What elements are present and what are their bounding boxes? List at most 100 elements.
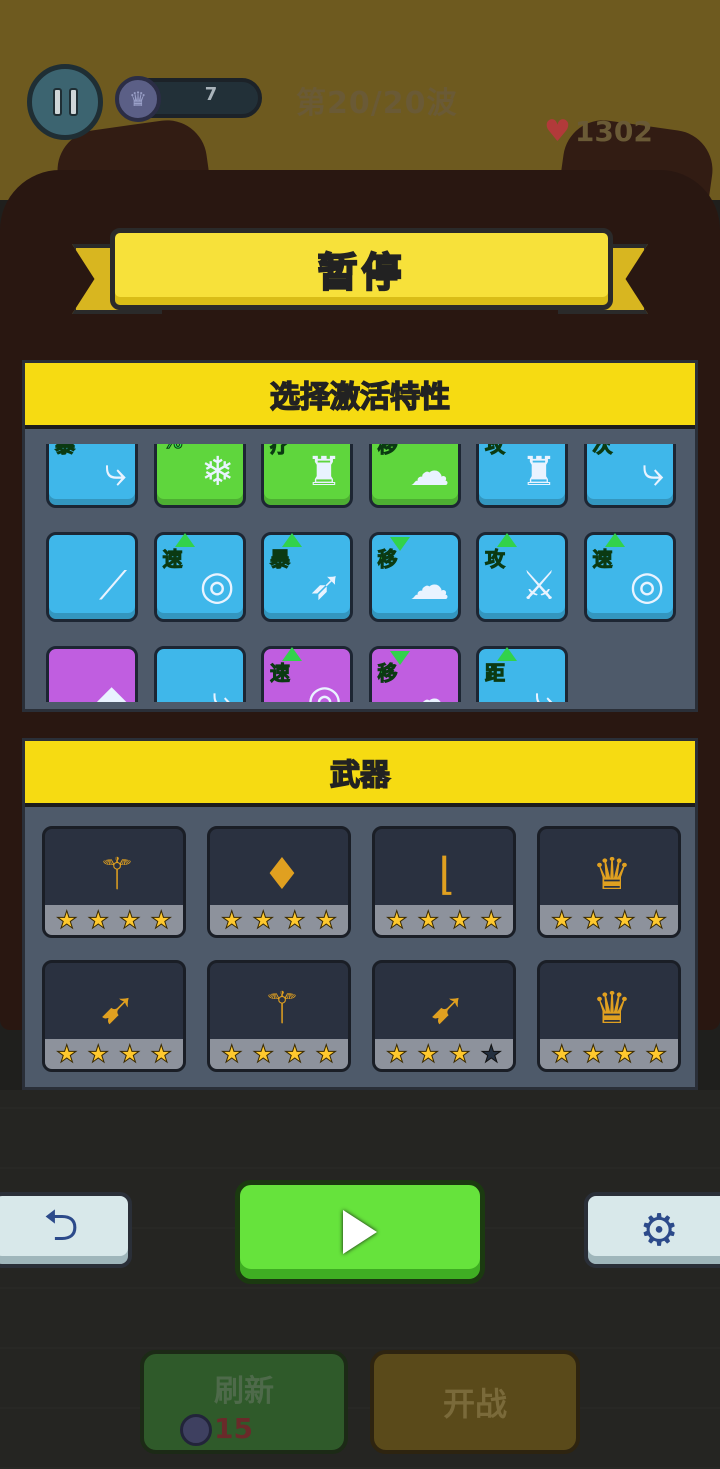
trait-card[interactable]: 移 ☁	[368, 532, 461, 622]
trait-card[interactable]: 速 ◎	[261, 646, 353, 702]
traits-panel-title: 选择激活特性	[269, 379, 451, 416]
star-icon: ★	[550, 906, 573, 934]
traits-grid[interactable]: 暴⤷%❄疗♜移☁攻♜次⤷⟋速◎暴➶移☁攻⚔速◎◆⤷速◎移☁距⤷	[46, 444, 678, 702]
crown-icon: ♛	[592, 848, 632, 900]
star-icon: ★	[283, 1040, 306, 1068]
settings-button[interactable]: ⚙	[584, 1192, 720, 1268]
star-icon: ★	[315, 906, 337, 934]
trait-tag: 次	[592, 444, 613, 458]
star-rating: ★ ★ ★ ★	[540, 1039, 678, 1069]
battle-button[interactable]: 开战	[370, 1350, 580, 1454]
weapon-slot[interactable]: ♦ ★ ★ ★ ★	[207, 826, 351, 938]
star-icon: ★	[252, 1040, 274, 1068]
weapon-slot[interactable]: ➹ ★ ★ ★ ★	[372, 960, 516, 1072]
heart-icon: ♥	[544, 114, 571, 149]
star-rating: ★ ★ ★ ★	[540, 905, 678, 935]
pause-button[interactable]	[27, 64, 103, 140]
trait-card[interactable]: ⟋	[46, 532, 138, 622]
cloak-icon: ♜	[306, 449, 342, 495]
coin-value: 7	[204, 84, 218, 105]
boomerang-icon: ⤷	[534, 677, 557, 702]
star-icon: ★	[385, 906, 408, 934]
trait-tag: 暴	[55, 444, 76, 458]
robe-icon: ♦	[262, 848, 302, 900]
weapon-slot[interactable]: ➹ ★ ★ ★ ★	[42, 960, 186, 1072]
trait-card[interactable]: %❄	[153, 444, 246, 508]
star-icon: ★	[417, 1040, 439, 1068]
star-rating: ★ ★ ★ ★	[45, 1039, 183, 1069]
refresh-label: 刷新	[214, 1374, 274, 1409]
trait-card[interactable]: ⤷	[153, 646, 246, 702]
trait-card[interactable]: 疗 ♜	[261, 444, 353, 508]
star-icon: ★	[283, 906, 306, 934]
weapon-slot[interactable]: ⚚ ★ ★ ★ ★	[42, 826, 186, 938]
trait-tag: 攻	[485, 547, 506, 572]
refresh-button[interactable]: 刷新 15	[140, 1350, 348, 1454]
star-icon: ★	[87, 1040, 109, 1068]
star-icon: ★	[417, 906, 439, 934]
trait-tag: 移	[377, 547, 398, 572]
trait-tag: 攻	[485, 444, 506, 458]
crown-coin-icon: ♛	[115, 76, 161, 122]
trait-tag: 速	[162, 547, 183, 572]
star-icon: ★	[448, 1040, 471, 1068]
trait-card[interactable]: 距 ⤷	[476, 646, 568, 702]
trait-card[interactable]: 速 ◎	[153, 532, 246, 622]
back-button[interactable]: ⮌	[0, 1192, 132, 1268]
trait-card[interactable]: 攻 ♜	[476, 444, 568, 508]
gear-icon: ⚙	[639, 1204, 679, 1256]
ice-slime-icon: ❄	[200, 449, 235, 495]
trait-card[interactable]: 移 ☁	[368, 646, 461, 702]
scepter-icon: ⚚	[97, 848, 137, 900]
star-icon: ★	[582, 1040, 604, 1068]
health-display: ♥ 1302	[544, 114, 653, 149]
star-icon: ★	[645, 906, 667, 934]
crown-coin-icon	[180, 1414, 212, 1446]
trait-tag: 移	[377, 661, 398, 686]
weapon-slot[interactable]: ♛ ★ ★ ★ ★	[537, 826, 681, 938]
star-icon: ★	[582, 906, 604, 934]
weapon-slot[interactable]: ♛ ★ ★ ★ ★	[537, 960, 681, 1072]
star-icon: ★	[645, 1040, 667, 1068]
trait-card[interactable]: 暴 ➶	[261, 532, 353, 622]
weapon-slot[interactable]: ⚚ ★ ★ ★ ★	[207, 960, 351, 1072]
star-icon: ★	[613, 1040, 636, 1068]
slime-icon: ☁	[409, 563, 450, 609]
weapons-panel-title: 武器	[329, 757, 391, 794]
star-icon: ★	[150, 906, 172, 934]
ring-icon: ◎	[199, 563, 235, 609]
weapon-slot[interactable]: ⌊ ★ ★ ★ ★	[372, 826, 516, 938]
trait-tag: %	[162, 444, 183, 454]
resume-button[interactable]	[235, 1180, 485, 1284]
scepter-icon: ⚚	[262, 982, 302, 1034]
boomerang-icon: ⤷	[212, 677, 235, 702]
star-rating: ★ ★ ★ ★	[210, 1039, 348, 1069]
star-icon: ★	[480, 906, 502, 934]
star-rating: ★ ★ ★ ★	[210, 905, 348, 935]
trait-card[interactable]: 攻 ⚔	[476, 532, 568, 622]
battle-label: 开战	[442, 1385, 507, 1423]
play-icon	[343, 1210, 377, 1254]
trait-card[interactable]: 暴 ⤷	[46, 444, 138, 508]
star-icon: ★	[55, 1040, 78, 1068]
star-icon: ★	[550, 1040, 573, 1068]
trait-card[interactable]: 次 ⤷	[583, 444, 676, 508]
star-icon: ★	[252, 906, 274, 934]
weapons-panel-header: 武器	[25, 741, 695, 807]
trait-card[interactable]: ◆	[46, 646, 138, 702]
trait-tag: 移	[377, 444, 398, 458]
pause-title: 暂停	[317, 249, 406, 297]
star-icon: ★	[55, 906, 78, 934]
trait-tag: 疗	[270, 444, 291, 458]
star-icon: ★	[385, 1040, 408, 1068]
star-icon: ★	[315, 1040, 337, 1068]
arrow-icon: ➶	[308, 563, 342, 609]
star-icon: ★	[118, 906, 141, 934]
crown-icon: ♛	[592, 982, 632, 1034]
trait-tag: 暴	[270, 547, 291, 572]
boomerang-icon: ⤷	[104, 449, 127, 495]
trait-card[interactable]: 速 ◎	[583, 532, 676, 622]
trait-card[interactable]: 移 ☁	[368, 444, 461, 508]
boomerang-icon: ⌊	[438, 848, 456, 900]
trait-tag: 距	[485, 661, 506, 686]
